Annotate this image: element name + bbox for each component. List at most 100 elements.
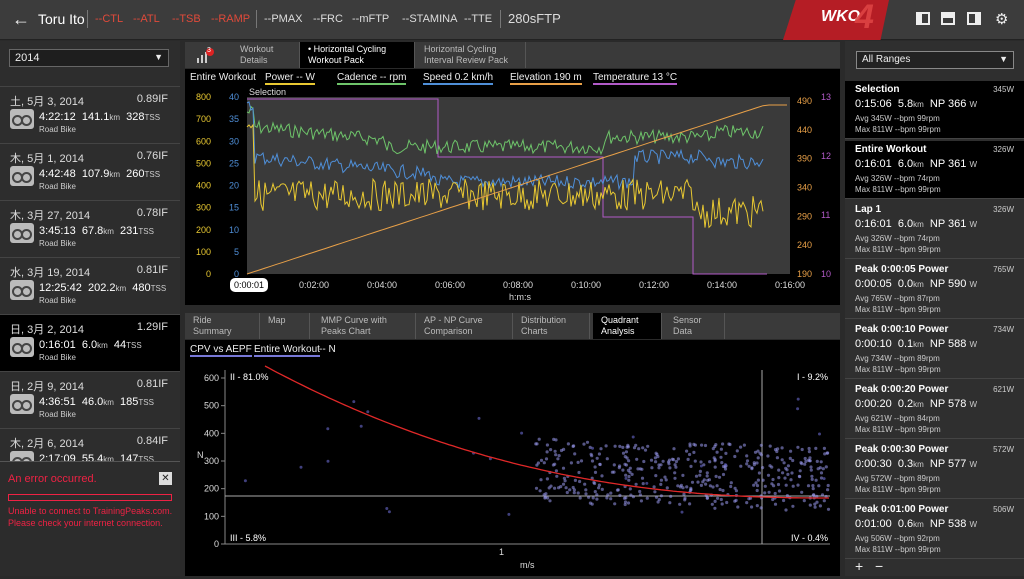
mftp-metric[interactable]: --mFTP — [352, 13, 389, 25]
remove-range-button[interactable]: − — [875, 558, 883, 574]
data-point — [598, 462, 602, 466]
tab-quadrant-analysis[interactable]: Quadrant Analysis — [593, 313, 662, 339]
data-point — [643, 448, 648, 452]
data-point — [590, 459, 595, 463]
data-point — [657, 498, 661, 502]
year-select[interactable]: 2014 ▼ — [9, 49, 169, 67]
y-tick-cadence: 5 — [234, 247, 239, 257]
data-point — [693, 443, 697, 447]
ctl-metric[interactable]: --CTL — [95, 13, 123, 25]
tab-workout-details[interactable]: Workout Details — [232, 42, 300, 68]
data-point — [803, 456, 807, 461]
y-tick-cadence: 20 — [229, 181, 239, 191]
add-range-button[interactable]: + — [855, 558, 863, 574]
legend-elevation[interactable]: Elevation 190 m — [510, 72, 582, 85]
data-point — [618, 493, 622, 497]
tab-map[interactable]: Map — [260, 313, 310, 339]
chart-icon[interactable]: 3 — [195, 47, 215, 64]
ftp-metric[interactable]: 280sFTP — [508, 11, 561, 26]
workout-duration: 3:45:13 — [39, 225, 76, 237]
data-point — [756, 478, 761, 482]
workout-tss: 260 — [126, 168, 145, 180]
tte-metric[interactable]: --TTE — [464, 13, 492, 25]
range-card[interactable]: Entire Workout 326W 0:16:01 6.0km NP 361… — [845, 141, 1024, 199]
atl-metric[interactable]: --ATL — [133, 13, 160, 25]
range-watts: 621W — [993, 385, 1014, 394]
quadrant-chart[interactable]: 600 500 400 300 200 100 0 N 1 m/s II - 81.0% I - 9.… — [185, 358, 840, 576]
workout-list-item[interactable]: 木, 3月 27, 2014 0.78IF 3:45:13 67.8km 231… — [0, 200, 180, 257]
data-point — [759, 506, 763, 510]
tab-mmp-curve[interactable]: MMP Curve with Peaks Chart — [313, 313, 416, 339]
data-point — [668, 466, 672, 470]
range-card[interactable]: Peak 0:01:00 Power 506W 0:01:00 0.6km NP… — [845, 501, 1024, 559]
data-point — [578, 496, 582, 500]
workout-chart-svg[interactable]: Selection8007006005004003002001000403530… — [185, 87, 840, 305]
range-card[interactable]: Peak 0:00:05 Power 765W 0:00:05 0.0km NP… — [845, 261, 1024, 319]
data-point — [791, 458, 795, 463]
athlete-name[interactable]: Toru Ito — [38, 11, 85, 27]
tab-ap-np-curve[interactable]: AP - NP Curve Comparison — [416, 313, 513, 339]
range-card[interactable]: Peak 0:00:10 Power 734W 0:00:10 0.1km NP… — [845, 321, 1024, 379]
range-np: NP 361 — [929, 158, 967, 170]
x-axis-label: m/s — [520, 560, 535, 570]
np-unit: W — [969, 520, 978, 529]
data-point — [754, 481, 758, 485]
data-point — [674, 459, 678, 464]
data-point — [627, 478, 631, 482]
data-point — [755, 504, 759, 508]
range-card[interactable]: Peak 0:00:20 Power 621W 0:00:20 0.2km NP… — [845, 381, 1024, 439]
range-card[interactable]: Selection 345W 0:15:06 5.8km NP 366 W Av… — [845, 81, 1024, 139]
workout-chart[interactable]: Selection 800 700 600 500 400 300 200 100 0 40 35 30… — [185, 87, 840, 305]
data-point — [689, 464, 693, 468]
ramp-metric[interactable]: --RAMP — [211, 13, 250, 25]
tab-horizontal-cycling-workout-pack[interactable]: • Horizontal Cycling Workout Pack — [300, 42, 415, 68]
range-card[interactable]: Lap 1 326W 0:16:01 6.0km NP 361 W Avg 32… — [845, 201, 1024, 259]
workout-list-item[interactable]: 水, 3月 19, 2014 0.81IF 12:25:42 202.2km 4… — [0, 257, 180, 314]
stamina-metric[interactable]: --STAMINA — [402, 13, 457, 25]
tab-distribution-charts[interactable]: Distribution Charts — [513, 313, 590, 339]
workout-date: 木, 2月 6, 2014 — [10, 438, 84, 450]
tsb-metric[interactable]: --TSB — [172, 13, 201, 25]
workout-list-item[interactable]: 土, 5月 3, 2014 0.89IF 4:22:12 141.1km 328… — [0, 86, 180, 143]
legend-temperature[interactable]: Temperature 13 °C — [593, 72, 678, 85]
data-point — [757, 471, 762, 475]
tab-sensor-data[interactable]: Sensor Data — [665, 313, 725, 339]
legend-power[interactable]: Power -- W — [265, 72, 315, 85]
data-point — [605, 496, 609, 500]
legend-cadence[interactable]: Cadence -- rpm — [337, 72, 407, 85]
workout-list-item[interactable]: 日, 2月 9, 2014 0.81IF 4:36:51 46.0km 185T… — [0, 371, 180, 428]
quadrant-chart-svg[interactable]: 600 500 400 300 200 100 0 N 1 m/s II - 81.0% I - 9.… — [185, 358, 840, 576]
np-unit: W — [969, 460, 978, 469]
layout-right-icon[interactable] — [967, 12, 981, 25]
range-card[interactable]: Peak 0:00:30 Power 572W 0:00:30 0.3km NP… — [845, 441, 1024, 499]
tab-ride-summary[interactable]: Ride Summary — [185, 313, 260, 339]
y-tick: 100 — [204, 511, 219, 521]
data-point — [621, 445, 625, 449]
close-icon[interactable]: ✕ — [159, 472, 172, 485]
data-point — [673, 471, 677, 475]
data-point — [826, 507, 831, 511]
layout-left-icon[interactable] — [916, 12, 930, 25]
pmax-metric[interactable]: --PMAX — [264, 13, 303, 25]
data-point — [716, 496, 720, 500]
workout-if: 1.29IF — [136, 321, 168, 333]
legend-speed[interactable]: Speed 0.2 km/h — [423, 72, 494, 85]
workout-list-item[interactable]: 日, 3月 2, 2014 1.29IF 0:16:01 6.0km 44TSS… — [0, 314, 180, 371]
range-avg: Avg 345W --bpm 99rpm — [855, 114, 940, 123]
layout-top-icon[interactable] — [941, 12, 955, 25]
data-point — [808, 503, 812, 507]
frc-metric[interactable]: --FRC — [313, 13, 343, 25]
back-arrow-icon[interactable]: ← — [12, 9, 30, 30]
tab-interval-review-pack[interactable]: Horizontal Cycling Interval Review Pack — [416, 42, 526, 68]
legend-entire-workout[interactable]: Entire Workout — [254, 344, 320, 357]
range-title: Peak 0:00:05 Power — [855, 264, 949, 275]
data-point — [573, 478, 577, 482]
legend-cpv-aepf[interactable]: CPV vs AEPF — [190, 344, 252, 357]
data-point — [773, 491, 777, 496]
tools-icon[interactable]: ⚙ — [995, 10, 1008, 28]
data-point — [569, 461, 573, 465]
range-select[interactable]: All Ranges ▼ — [856, 51, 1014, 69]
data-point — [555, 474, 559, 478]
workout-list-item[interactable]: 木, 5月 1, 2014 0.76IF 4:42:48 107.9km 260… — [0, 143, 180, 200]
np-unit: W — [969, 160, 978, 169]
